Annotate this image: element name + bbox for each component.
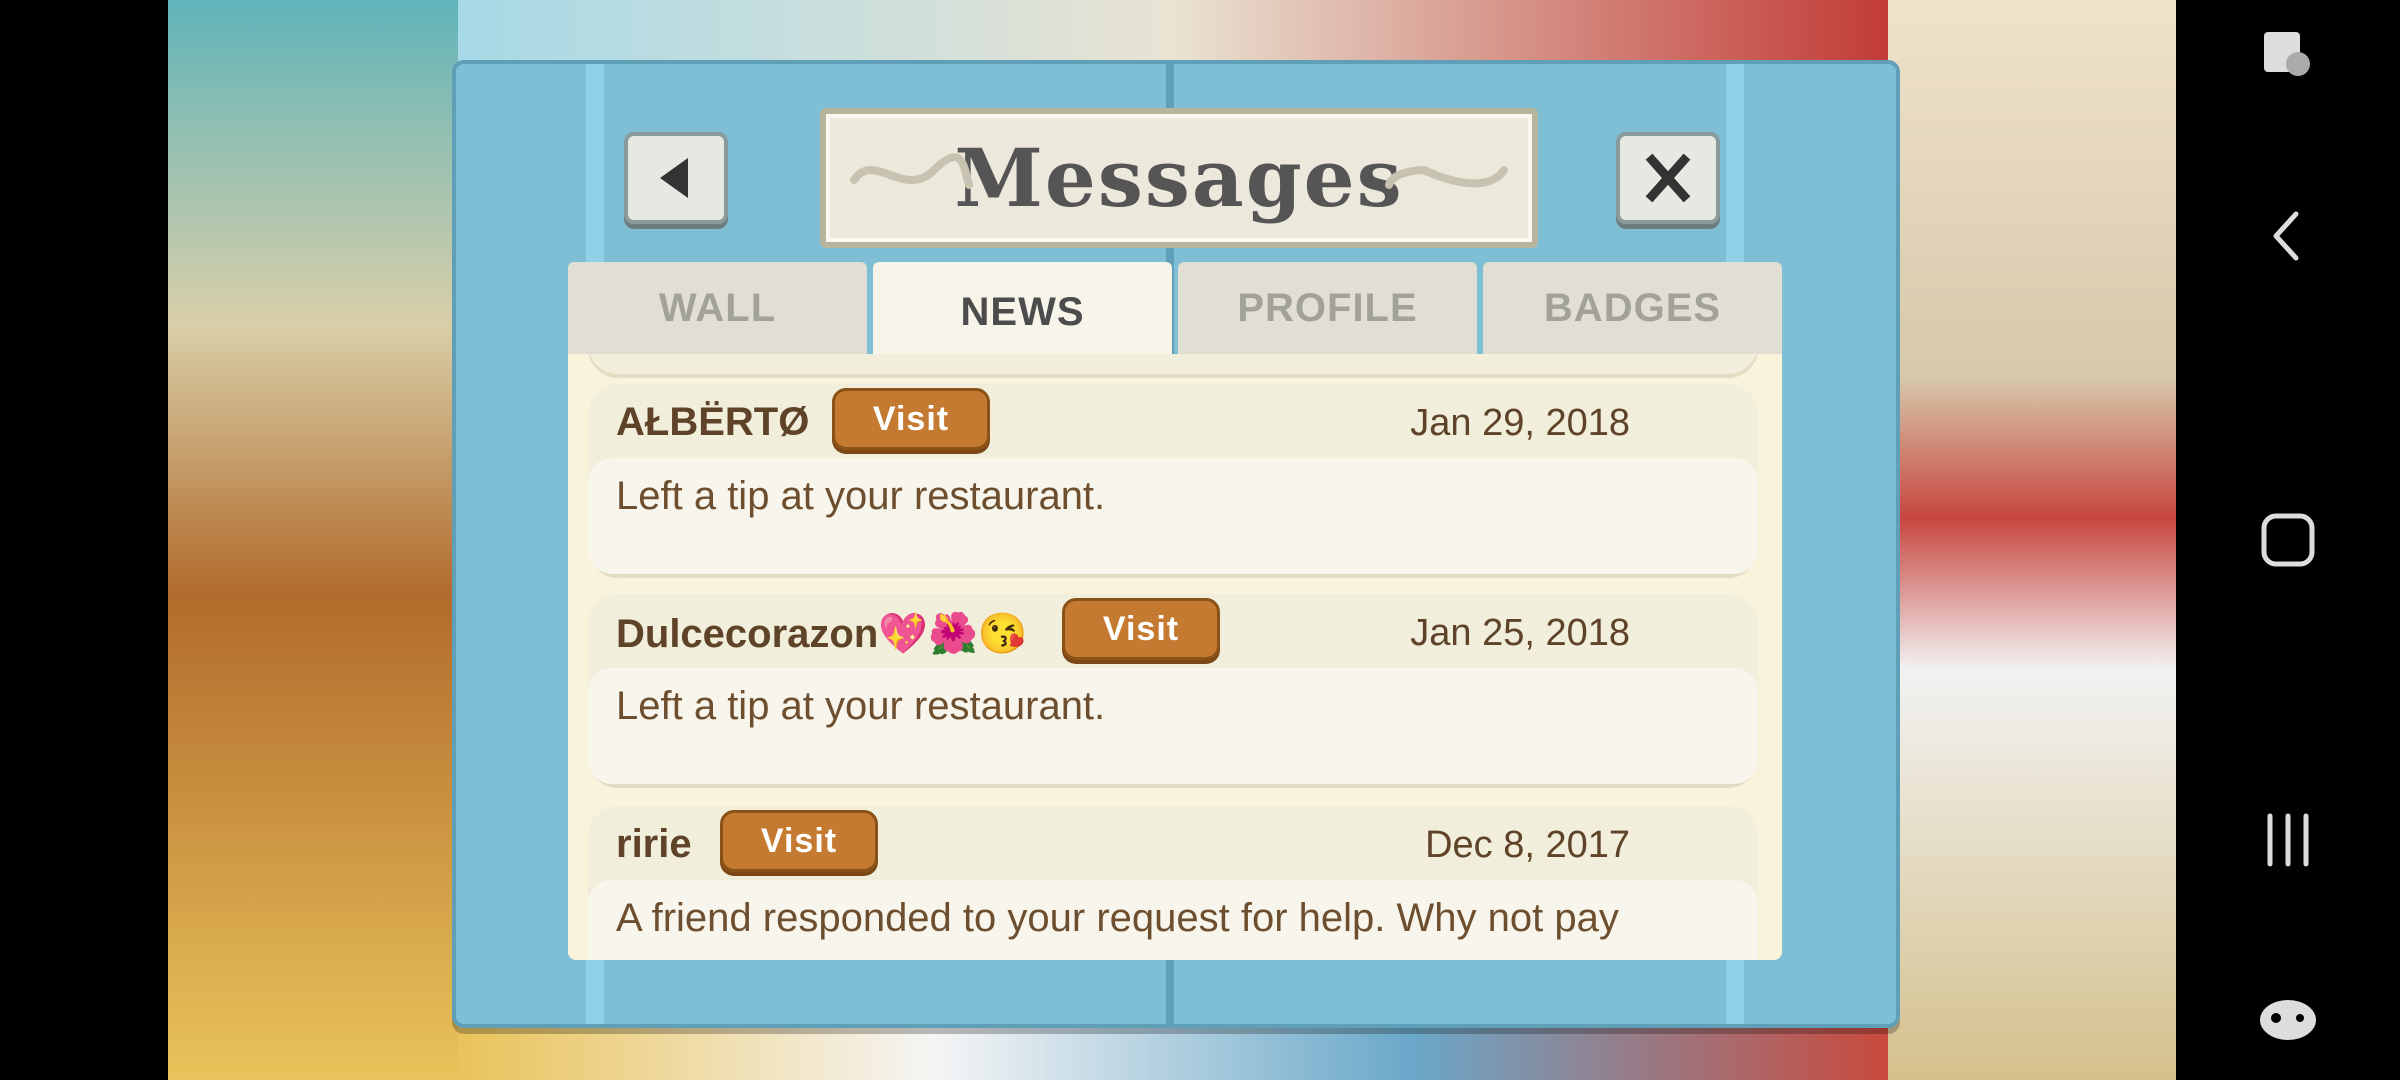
system-nav-bar <box>2176 0 2400 1080</box>
message-body: Left a tip at your restaurant. <box>588 458 1758 574</box>
visit-button[interactable]: Visit <box>720 810 878 872</box>
tab-bar: WALL NEWS PROFILE BADGES <box>568 262 1782 362</box>
left-scenery <box>168 0 458 1080</box>
message-text: Left a tip at your restaurant. <box>616 684 1106 728</box>
news-list[interactable]: AŁBËRTØ Visit Jan 29, 2018 Left a tip at… <box>568 354 1782 960</box>
right-scenery <box>1888 0 2176 1080</box>
home-square-icon[interactable] <box>2254 506 2322 574</box>
sender-name: Dulcecorazon💖🌺😘 <box>616 612 1028 656</box>
list-item: ririe Visit Dec 8, 2017 A friend respond… <box>588 806 1758 960</box>
close-x-icon <box>1645 153 1691 203</box>
close-button[interactable] <box>1616 132 1720 224</box>
visit-button[interactable]: Visit <box>832 388 990 450</box>
list-item: Dulcecorazon💖🌺😘 Visit Jan 25, 2018 Left … <box>588 594 1758 784</box>
game-tools-icon[interactable] <box>2254 986 2322 1054</box>
message-date: Jan 29, 2018 <box>1410 402 1630 444</box>
visit-button[interactable]: Visit <box>1062 598 1220 660</box>
tab-wall[interactable]: WALL <box>568 262 867 354</box>
messages-dialog: Messages WALL NEWS PROFILE BADGES AŁBËRT… <box>452 60 1900 1028</box>
message-body: Left a tip at your restaurant. <box>588 668 1758 784</box>
list-item: AŁBËRTØ Visit Jan 29, 2018 Left a tip at… <box>588 384 1758 574</box>
message-text: A friend responded to your request for h… <box>616 896 1619 940</box>
swirl-ornament-icon <box>1385 165 1508 189</box>
back-button[interactable] <box>624 132 728 224</box>
message-body: A friend responded to your request for h… <box>588 880 1758 960</box>
back-chevron-icon[interactable] <box>2254 202 2322 270</box>
back-arrow-icon <box>660 158 688 198</box>
sender-name: AŁBËRTØ <box>616 400 810 444</box>
tab-profile[interactable]: PROFILE <box>1178 262 1477 354</box>
message-date: Jan 25, 2018 <box>1410 612 1630 654</box>
tab-badges[interactable]: BADGES <box>1483 262 1782 354</box>
tab-news[interactable]: NEWS <box>873 262 1172 362</box>
message-date: Dec 8, 2017 <box>1425 824 1630 866</box>
list-item <box>588 354 1758 374</box>
message-text: Left a tip at your restaurant. <box>616 474 1106 518</box>
recent-apps-icon[interactable] <box>2254 806 2322 874</box>
screen-touch-icon[interactable] <box>2254 22 2322 90</box>
swirl-ornament-icon <box>850 153 973 189</box>
title-plate: Messages <box>820 108 1538 248</box>
dialog-title: Messages <box>954 131 1404 225</box>
sender-name: ririe <box>616 822 692 866</box>
